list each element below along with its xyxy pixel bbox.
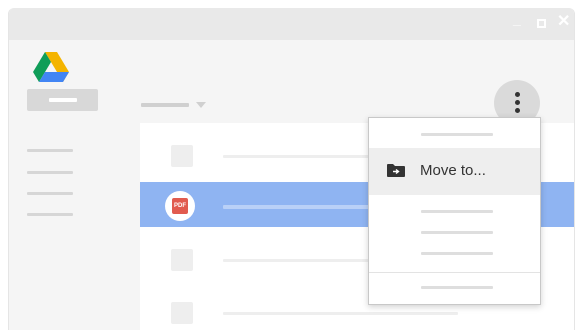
move-folder-icon [387,164,405,177]
new-button[interactable] [27,89,98,111]
more-vert-icon-dot [515,92,520,97]
sidebar-item[interactable] [27,192,73,195]
app-header [9,40,574,126]
title-bar: _ ✕ [9,8,574,40]
sidebar-item[interactable] [27,213,73,216]
sidebar-item[interactable] [27,171,73,174]
menu-item-placeholder[interactable] [421,252,493,255]
menu-item-placeholder[interactable] [421,231,493,234]
move-to-label: Move to... [420,162,486,179]
minimize-icon[interactable]: _ [513,12,521,26]
menu-item-placeholder[interactable] [421,133,493,136]
menu-item-placeholder[interactable] [421,286,493,289]
close-icon[interactable]: ✕ [557,14,570,30]
file-name-placeholder [223,155,378,158]
sidebar [9,123,140,330]
more-vert-icon-dot [515,108,520,113]
file-name-placeholder [223,312,458,315]
file-name-placeholder [223,205,371,209]
file-icon [171,249,193,271]
menu-item-move-to[interactable]: Move to... [369,148,540,195]
menu-item-placeholder[interactable] [421,210,493,213]
new-button-label-placeholder [49,98,77,102]
file-icon [171,302,193,324]
google-drive-icon[interactable] [33,52,69,83]
file-name-placeholder [223,259,383,262]
app-window: _ ✕ PDF Move to... [8,8,575,330]
file-icon [171,145,193,167]
pdf-file-icon: PDF [165,191,195,221]
menu-divider [369,272,540,273]
pdf-badge: PDF [172,198,188,214]
context-menu: Move to... [368,117,541,305]
more-vert-icon-dot [515,100,520,105]
maximize-icon[interactable] [537,19,546,28]
sidebar-item[interactable] [27,149,73,152]
breadcrumb[interactable] [141,103,189,107]
chevron-down-icon[interactable] [196,102,206,108]
